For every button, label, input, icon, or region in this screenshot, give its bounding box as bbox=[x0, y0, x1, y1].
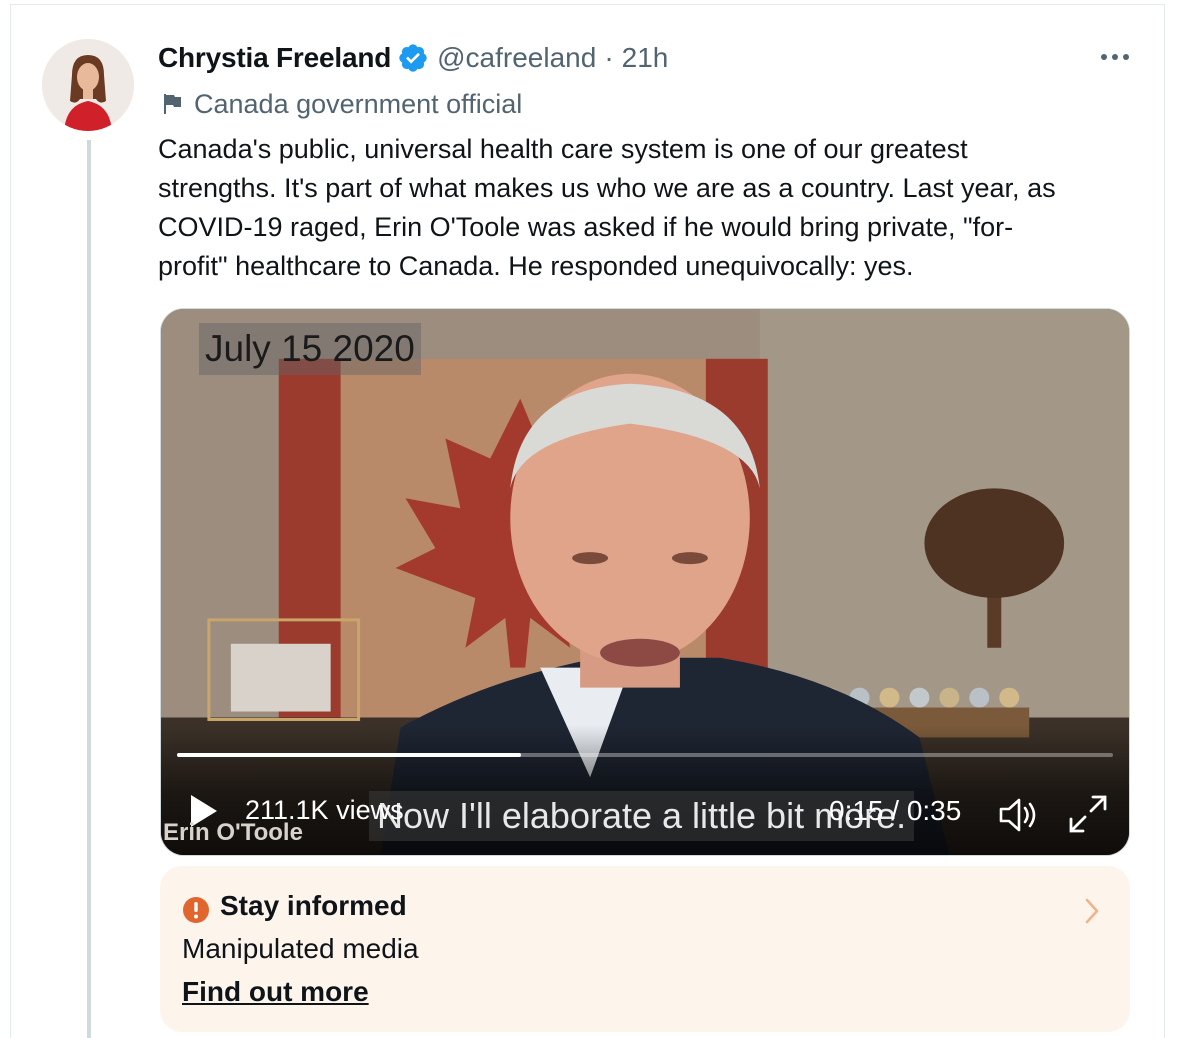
display-name[interactable]: Chrystia Freeland bbox=[158, 42, 391, 74]
progress-bar[interactable] bbox=[177, 753, 1113, 757]
stay-informed-notice[interactable]: Stay informed Manipulated media Find out… bbox=[160, 866, 1130, 1032]
tweet-text-line: COVID-19 raged, Erin O'Toole was asked i… bbox=[158, 212, 1014, 242]
tweet-text-line: strengths. It's part of what makes us wh… bbox=[158, 173, 1056, 203]
video-player[interactable]: July 15 2020 Erin O'Toole Now I'll elabo… bbox=[160, 308, 1130, 856]
tweet-text: Canada's public, universal health care s… bbox=[158, 130, 1138, 286]
chevron-right-icon[interactable] bbox=[1082, 896, 1102, 926]
view-count: 211.1K views bbox=[245, 795, 404, 825]
tweet-text-line: Canada's public, universal health care s… bbox=[158, 134, 968, 164]
more-options-icon[interactable] bbox=[1095, 42, 1135, 72]
more-dot bbox=[1101, 54, 1107, 60]
avatar-image bbox=[42, 39, 134, 131]
verified-badge-icon bbox=[399, 44, 427, 72]
alert-icon bbox=[183, 897, 209, 923]
more-dot bbox=[1112, 54, 1118, 60]
flag-icon bbox=[164, 94, 181, 114]
timecode: 0:15 / 0:35 bbox=[829, 795, 962, 826]
account-label[interactable]: Canada government official bbox=[160, 86, 522, 122]
handle[interactable]: @cafreeland bbox=[437, 42, 596, 74]
thread-line bbox=[87, 140, 91, 1038]
avatar[interactable] bbox=[42, 39, 134, 131]
tweet-header: Chrystia Freeland @cafreeland · 21h bbox=[158, 38, 668, 78]
volume-icon[interactable] bbox=[997, 795, 1039, 835]
timestamp[interactable]: 21h bbox=[622, 42, 669, 74]
progress-fill bbox=[177, 753, 521, 757]
separator-dot: · bbox=[604, 42, 614, 73]
notice-subtitle: Manipulated media bbox=[182, 933, 419, 964]
date-overlay: July 15 2020 bbox=[199, 323, 421, 375]
label-text: Canada government official bbox=[194, 88, 523, 119]
tweet-text-line: profit" healthcare to Canada. He respond… bbox=[158, 251, 914, 281]
find-out-more-link[interactable]: Find out more bbox=[182, 976, 369, 1008]
fullscreen-icon[interactable] bbox=[1067, 793, 1109, 835]
notice-title: Stay informed bbox=[220, 890, 407, 921]
more-dot bbox=[1123, 54, 1129, 60]
